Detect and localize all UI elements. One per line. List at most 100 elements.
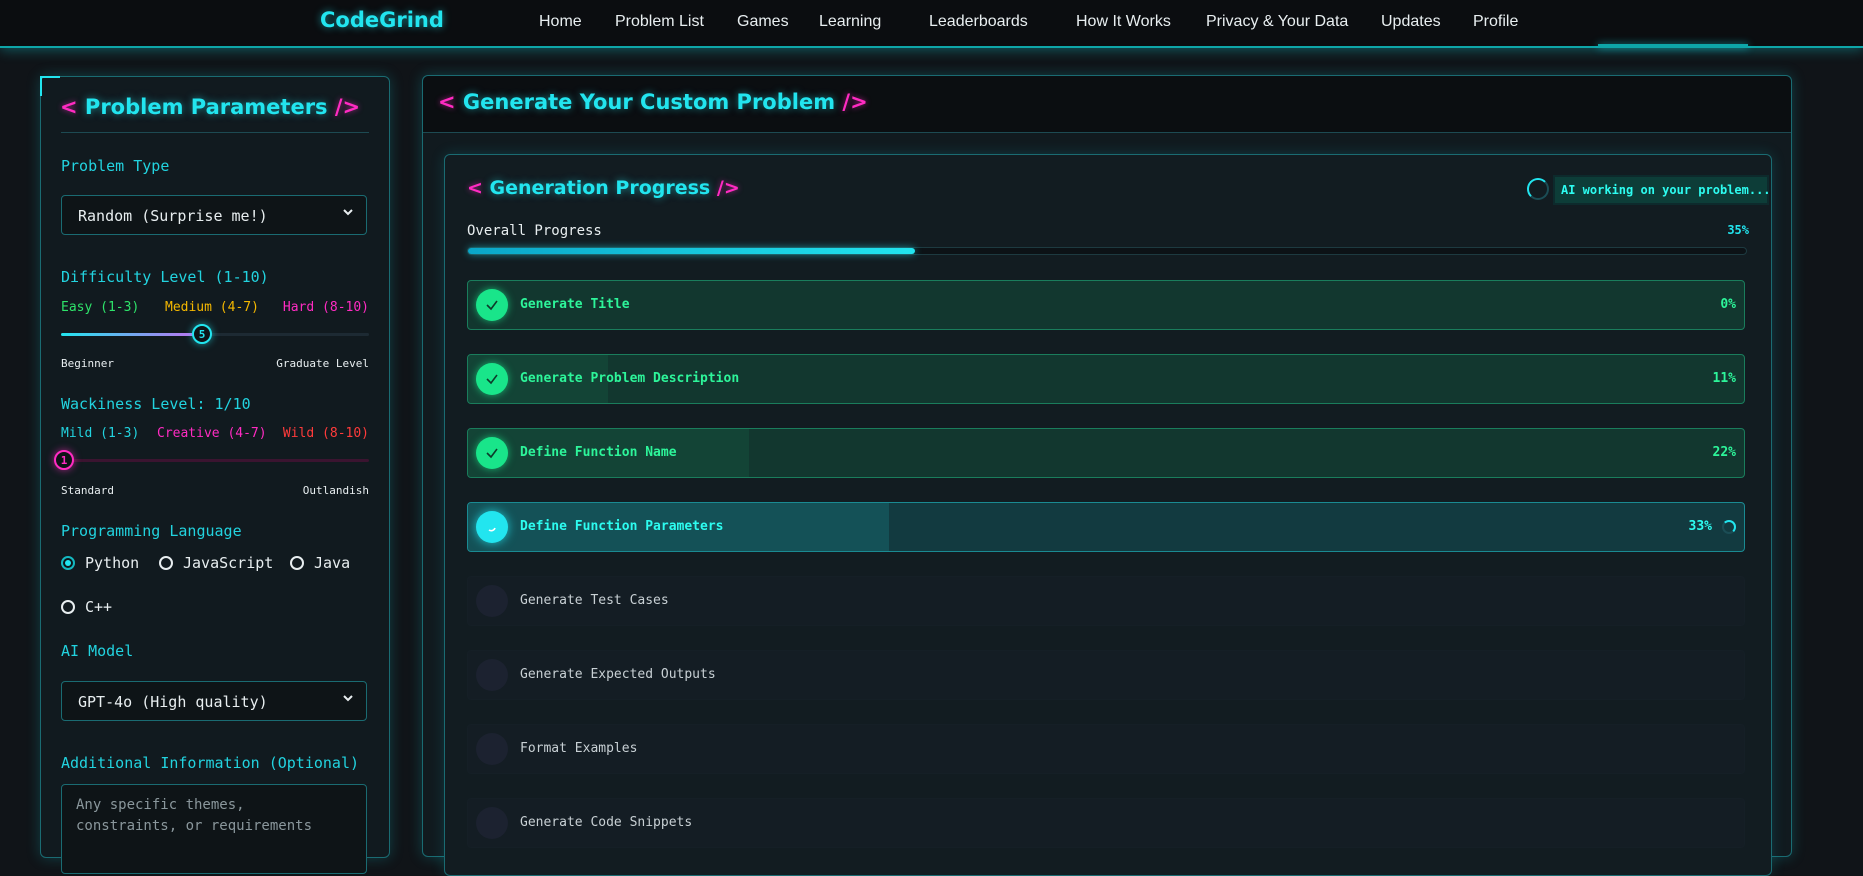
generate-header: < Generate Your Custom Problem /> [423, 76, 1791, 133]
language-label: Programming Language [61, 522, 242, 540]
radio-icon [159, 556, 173, 570]
step-name: Generate Expected Outputs [520, 667, 716, 682]
top-nav: CodeGrind Home Problem List Games Learni… [0, 0, 1863, 48]
overall-progress-fill [468, 248, 916, 254]
nav-privacy[interactable]: Privacy & Your Data [1206, 13, 1348, 31]
wackiness-wild: Wild (8-10) [282, 426, 369, 441]
difficulty-min-label: Beginner [61, 357, 114, 370]
check-icon [476, 437, 508, 469]
additional-info-input[interactable] [61, 784, 367, 874]
nav-how-it-works[interactable]: How It Works [1076, 13, 1171, 31]
problem-type-select[interactable]: Random (Surprise me!) [61, 195, 367, 235]
problem-parameters-panel: < Problem Parameters /> Problem Type Ran… [40, 76, 390, 874]
overall-progress-bar [467, 247, 1747, 255]
additional-info-label: Additional Information (Optional) [61, 754, 360, 772]
nav-updates[interactable]: Updates [1381, 13, 1441, 31]
ai-model-select[interactable]: GPT-4o (High quality) [61, 681, 367, 721]
difficulty-easy: Easy (1-3) [61, 300, 140, 315]
chevron-down-icon [343, 209, 353, 216]
difficulty-slider-track[interactable] [61, 333, 369, 336]
nav-problem-list[interactable]: Problem List [615, 13, 704, 31]
step-item: Generate Problem Description 11% [467, 354, 1745, 404]
progress-title-text: Generation Progress [489, 177, 711, 199]
step-percent: 11% [1712, 371, 1736, 386]
wackiness-label: Wackiness Level: 1/10 [61, 395, 251, 413]
step-name: Generate Title [520, 297, 630, 312]
panel-title: < Problem Parameters /> [60, 95, 360, 119]
bracket-close: /> [716, 177, 740, 199]
wackiness-range: Standard Outlandish [61, 484, 369, 500]
nav-games[interactable]: Games [737, 13, 789, 31]
generate-title-text: Generate Your Custom Problem [462, 90, 836, 114]
difficulty-slider-thumb[interactable]: 5 [192, 324, 212, 344]
nav-home[interactable]: Home [539, 13, 582, 31]
bracket-open: < [467, 177, 483, 199]
step-item: Generate Title 0% [467, 280, 1745, 330]
step-percent: 0% [1720, 297, 1736, 312]
generation-progress-card: < Generation Progress /> AI working on y… [444, 154, 1772, 876]
wackiness-mild: Mild (1-3) [61, 426, 140, 441]
step-percent: 22% [1712, 445, 1736, 460]
step-item: Format Examples [467, 724, 1745, 774]
generate-title: < Generate Your Custom Problem /> [438, 90, 868, 114]
radio-icon [61, 600, 75, 614]
problem-type-label: Problem Type [61, 157, 170, 175]
problem-type-value: Random (Surprise me!) [78, 207, 268, 225]
difficulty-hard: Hard (8-10) [282, 300, 369, 315]
language-cpp-label: C++ [85, 598, 113, 616]
brand-logo[interactable]: CodeGrind [320, 8, 444, 32]
step-item: Generate Expected Outputs [467, 650, 1745, 700]
pending-circle-icon [476, 807, 508, 839]
bracket-close: /> [334, 95, 361, 119]
loading-spinner-icon [1527, 178, 1549, 200]
chevron-down-icon [343, 695, 353, 702]
nav-leaderboards[interactable]: Leaderboards [929, 13, 1028, 31]
difficulty-max-label: Graduate Level [276, 357, 369, 370]
corner-accent [40, 76, 42, 96]
radio-icon [290, 556, 304, 570]
corner-accent [40, 76, 60, 78]
pending-circle-icon [476, 733, 508, 765]
wackiness-legend: Mild (1-3) Creative (4-7) Wild (8-10) [61, 426, 369, 444]
difficulty-range: Beginner Graduate Level [61, 357, 369, 373]
nav-learning[interactable]: Learning [819, 13, 881, 31]
pending-circle-icon [476, 659, 508, 691]
panel-title-text: Problem Parameters [84, 95, 328, 119]
nav-accent-bar [1598, 44, 1748, 48]
progress-title: < Generation Progress /> [467, 177, 740, 199]
step-name: Generate Code Snippets [520, 815, 693, 830]
ai-status-badge: AI working on your problem... [1553, 175, 1771, 205]
divider [61, 132, 369, 133]
step-name: Format Examples [520, 741, 638, 756]
step-name: Define Function Name [520, 445, 677, 460]
language-java-label: Java [314, 554, 351, 572]
generate-panel: < Generate Your Custom Problem /> < Gene… [422, 75, 1792, 876]
difficulty-legend: Easy (1-3) Medium (4-7) Hard (8-10) [61, 300, 369, 318]
language-javascript-label: JavaScript [183, 554, 274, 572]
overall-progress-label: Overall Progress [467, 223, 602, 239]
step-name: Generate Test Cases [520, 593, 669, 608]
in-progress-icon [476, 511, 508, 543]
difficulty-label: Difficulty Level (1-10) [61, 268, 269, 286]
overall-progress-percent: 35% [1727, 223, 1749, 237]
bracket-close: /> [842, 90, 868, 114]
step-name: Generate Problem Description [520, 371, 740, 386]
step-item: Define Function Parameters 33% [467, 502, 1745, 552]
step-item: Generate Test Cases [467, 576, 1745, 626]
step-item: Define Function Name 22% [467, 428, 1745, 478]
wackiness-slider-track[interactable] [61, 459, 369, 462]
ai-model-label: AI Model [61, 642, 134, 660]
check-icon [476, 289, 508, 321]
check-icon [476, 363, 508, 395]
nav-profile[interactable]: Profile [1473, 13, 1518, 31]
step-percent: 33% [1688, 519, 1712, 534]
ai-model-value: GPT-4o (High quality) [78, 693, 268, 711]
wackiness-min-label: Standard [61, 484, 114, 497]
language-python-label: Python [85, 554, 140, 572]
bracket-open: < [60, 95, 78, 119]
wackiness-slider-thumb[interactable]: 1 [54, 450, 74, 470]
step-name: Define Function Parameters [520, 519, 724, 534]
bracket-open: < [438, 90, 456, 114]
difficulty-medium: Medium (4-7) [165, 300, 259, 315]
wackiness-creative: Creative (4-7) [157, 426, 267, 441]
